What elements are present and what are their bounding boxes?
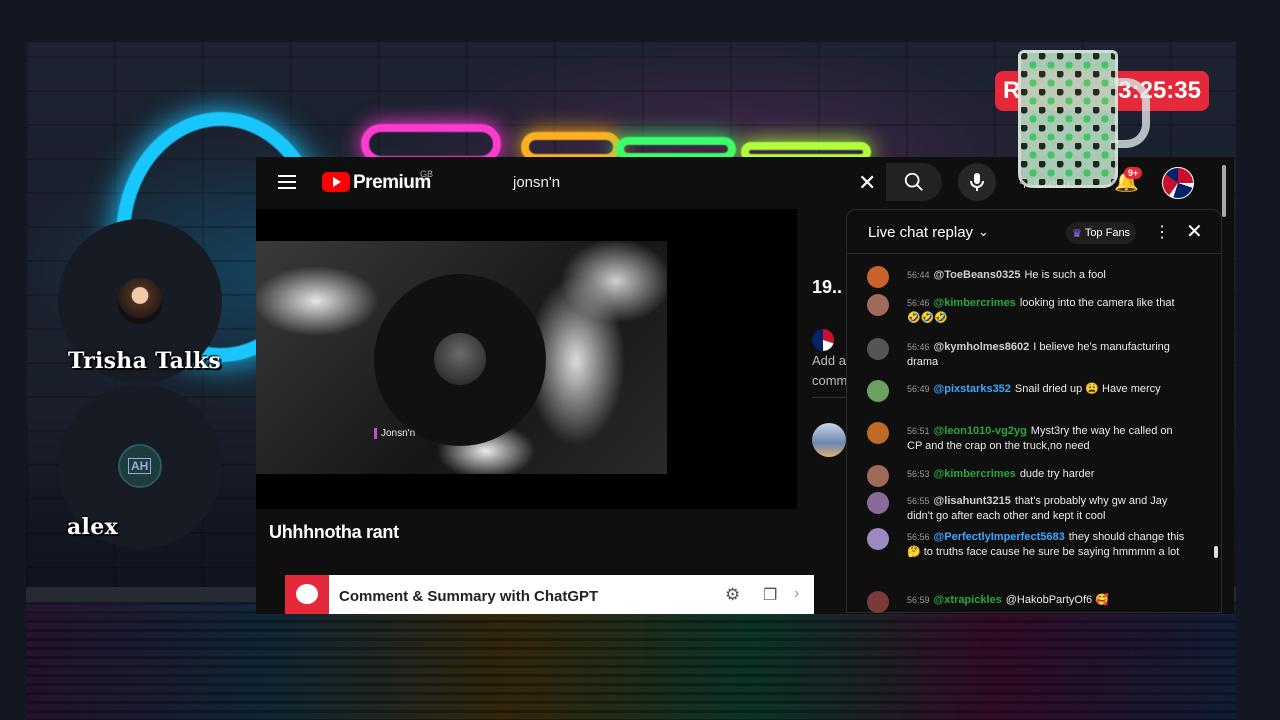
comment-avatar xyxy=(812,423,846,457)
commenter-avatar xyxy=(812,329,834,351)
chat-message-body: 56:46 @kymholmes8602 I believe he's manufa… xyxy=(907,340,1187,370)
chat-avatar[interactable] xyxy=(867,492,889,514)
chat-timestamp: 56:51 xyxy=(907,426,930,436)
chat-author[interactable]: @PerfectlyImperfect5683 xyxy=(934,531,1065,543)
search-button[interactable] xyxy=(886,163,942,201)
chat-message-body: 56:53 @kimbercrimes dude try harder xyxy=(907,467,1187,482)
add-comment-text-2[interactable]: comm xyxy=(812,373,847,388)
chat-timestamp: 56:55 xyxy=(907,496,930,506)
side-count: 19.. xyxy=(812,277,843,297)
chat-avatar[interactable] xyxy=(867,294,889,316)
clear-search-icon[interactable]: ✕ xyxy=(858,170,876,196)
chat-avatar[interactable] xyxy=(867,266,889,288)
chevron-down-icon[interactable]: ⌄ xyxy=(978,224,989,240)
menu-icon[interactable] xyxy=(278,175,296,189)
add-comment-text[interactable]: Add a xyxy=(812,353,846,368)
chat-avatar[interactable] xyxy=(867,422,889,444)
chat-author[interactable]: @leon1010-vg2yg xyxy=(934,425,1027,437)
chat-timestamp: 56:46 xyxy=(907,298,930,308)
host-badge-2: AH xyxy=(128,458,152,474)
chat-message-body: 56:56 @PerfectlyImperfect5683 they should … xyxy=(907,530,1187,560)
top-fans-button[interactable]: ♛ Top Fans xyxy=(1066,222,1136,244)
microphone-icon xyxy=(970,173,984,191)
chat-author[interactable]: @kimbercrimes xyxy=(934,468,1016,480)
page-scrollbar[interactable] xyxy=(1222,165,1226,217)
chat-avatar[interactable] xyxy=(867,338,889,360)
chatgpt-extension-bar[interactable]: Comment & Summary with ChatGPT ⚙ ❐ › xyxy=(285,575,814,614)
host-avatar-1 xyxy=(117,278,163,324)
host-name-2: alex xyxy=(67,514,118,540)
chat-message-body: 56:49 @pixstarks352 Snail dried up 😩 Have … xyxy=(907,382,1187,397)
notification-badge: 9+ xyxy=(1124,167,1143,179)
chat-avatar[interactable] xyxy=(867,465,889,487)
chat-timestamp: 56:49 xyxy=(907,384,930,394)
more-options-icon[interactable]: ⋮ xyxy=(1154,222,1170,242)
chat-message-body: 56:51 @leon1010-vg2yg Myst3ry the way he c… xyxy=(907,424,1187,454)
chat-text: Snail dried up 😩 Have mercy xyxy=(1014,383,1161,395)
chat-timestamp: 56:53 xyxy=(907,469,930,479)
mug-overlay xyxy=(1018,50,1118,188)
profile-avatar[interactable] xyxy=(1162,167,1194,199)
host-name-1: Trisha Talks xyxy=(68,348,222,374)
video-title: Uhhhnotha rant xyxy=(269,522,399,542)
chat-author[interactable]: @kimbercrimes xyxy=(934,297,1016,309)
chat-timestamp: 56:44 xyxy=(907,270,930,280)
chat-author[interactable]: @kymholmes8602 xyxy=(934,341,1030,353)
close-chat-icon[interactable]: ✕ xyxy=(1186,219,1203,244)
copy-icon[interactable]: ❐ xyxy=(763,585,777,605)
openai-icon[interactable]: ⚙ xyxy=(725,585,740,605)
reflective-floor xyxy=(26,602,1236,720)
chat-author[interactable]: @pixstarks352 xyxy=(934,383,1011,395)
youtube-logo-icon[interactable] xyxy=(322,172,350,192)
chat-text: @HakobPartyOf6 🥰 xyxy=(1005,594,1109,606)
top-fans-label: Top Fans xyxy=(1084,227,1131,239)
chat-avatar[interactable] xyxy=(867,380,889,402)
chat-message-body: 56:59 @xtrapickles @HakobPartyOf6 🥰 xyxy=(907,593,1187,608)
chat-timestamp: 56:46 xyxy=(907,342,930,352)
chat-message-body: 56:44 @ToeBeans0325 He is such a fool xyxy=(907,268,1187,283)
chat-timestamp: 56:59 xyxy=(907,595,930,605)
search-input[interactable]: jonsn'n xyxy=(513,174,560,191)
chat-avatar[interactable] xyxy=(867,528,889,550)
chat-avatar[interactable] xyxy=(867,591,889,613)
video-thumbnail[interactable]: Jonsn'n xyxy=(256,241,667,474)
video-player[interactable]: Jonsn'n xyxy=(256,209,797,509)
region-code: GB xyxy=(420,169,434,179)
channel-avatar xyxy=(434,333,486,385)
chat-header: Live chat replay ⌄ ♛ Top Fans ⋮ ✕ xyxy=(847,210,1221,254)
chatgpt-extension-icon xyxy=(285,575,329,614)
chat-mode-dropdown[interactable]: Live chat replay xyxy=(868,224,973,241)
search-icon xyxy=(904,172,923,191)
live-chat-panel: Live chat replay ⌄ ♛ Top Fans ⋮ ✕ 56:44 @… xyxy=(846,209,1222,613)
chat-author[interactable]: @lisahunt3215 xyxy=(934,495,1011,507)
chat-message-body: 56:55 @lisahunt3215 that's probably why gw… xyxy=(907,494,1187,524)
chat-scrollbar[interactable] xyxy=(1214,546,1218,558)
chat-message-body: 56:46 @kimbercrimes looking into the camer… xyxy=(907,296,1187,326)
chat-text: He is such a fool xyxy=(1024,269,1106,281)
chat-text: dude try harder xyxy=(1019,468,1095,480)
chat-author[interactable]: @ToeBeans0325 xyxy=(934,269,1021,281)
chat-timestamp: 56:56 xyxy=(907,532,930,542)
chat-author[interactable]: @xtrapickles xyxy=(934,594,1002,606)
channel-tag: Jonsn'n xyxy=(374,428,415,439)
mic-button[interactable] xyxy=(958,163,996,201)
chatgpt-label: Comment & Summary with ChatGPT xyxy=(339,588,599,605)
chevron-right-icon[interactable]: › xyxy=(794,585,799,603)
youtube-window: Premium GB jonsn'n ✕ ＋ Create 🔔 9+ Jonsn… xyxy=(256,157,1234,614)
crown-icon: ♛ xyxy=(1071,227,1082,240)
